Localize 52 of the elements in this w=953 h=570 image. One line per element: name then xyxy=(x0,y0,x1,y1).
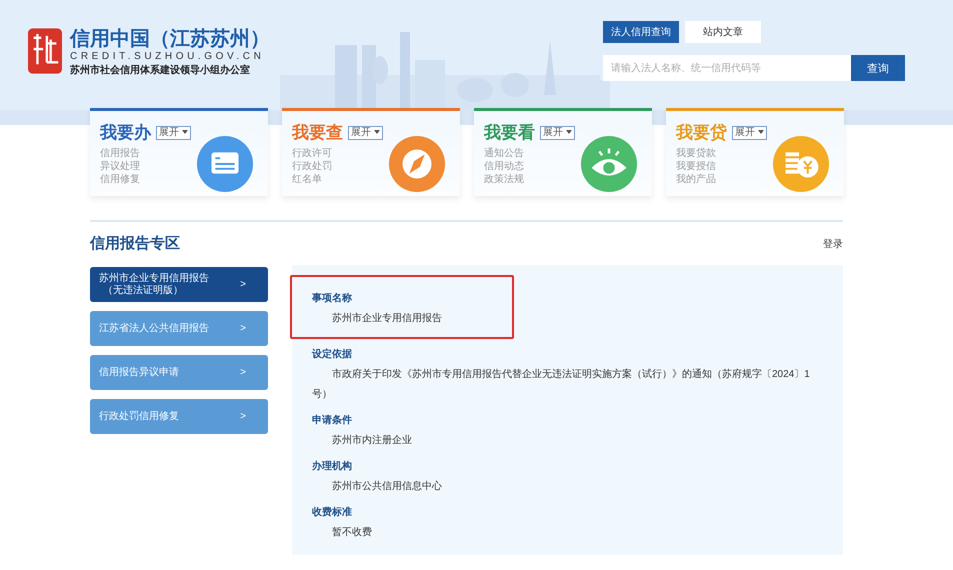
expand-button[interactable]: 展开 xyxy=(732,126,767,140)
detail-text: 市政府关于印发《苏州市专用信用报告代替企业无违法证明实施方案（试行）》的通知（苏府规字〔2024〕1号） xyxy=(312,368,811,402)
detail-text: 苏州市公共信用信息中心 xyxy=(331,480,443,494)
search-button[interactable]: 查询 xyxy=(851,55,905,81)
caret-icon xyxy=(182,130,188,134)
detail-heading: 办理机构 xyxy=(312,460,353,474)
section-title: 信用报告专区 xyxy=(90,234,180,253)
search-tab[interactable]: 站内文章 xyxy=(685,21,761,43)
card-link[interactable]: 我的产品 xyxy=(676,173,716,186)
expand-button[interactable]: 展开 xyxy=(348,126,383,140)
detail-text: 暂不收费 xyxy=(331,526,373,540)
card-title: 我要贷 xyxy=(676,122,727,144)
expand-button[interactable]: 展开 xyxy=(156,126,191,140)
document-icon xyxy=(196,135,254,193)
card-link[interactable]: 异议处理 xyxy=(100,160,140,173)
card-link[interactable]: 通知公告 xyxy=(484,147,524,160)
card-link[interactable]: 信用报告 xyxy=(100,147,140,160)
caret-icon xyxy=(374,130,380,134)
search-field[interactable]: 请输入法人名称、统一信用代码等 xyxy=(603,55,851,81)
card-link[interactable]: 行政许可 xyxy=(292,147,332,160)
detail-text: 苏州市企业专用信用报告 xyxy=(331,312,443,326)
detail-heading: 事项名称 xyxy=(312,292,353,306)
organization-name: 苏州市社会信用体系建设领导小组办公室 xyxy=(70,63,251,78)
card-title: 我要看 xyxy=(484,122,535,144)
sidebar-item[interactable]: 苏州市企业专用信用报告 （无违法证明版） > xyxy=(90,267,268,302)
card-title: 我要查 xyxy=(292,122,343,144)
card-link[interactable]: 信用修复 xyxy=(100,173,140,186)
card-link[interactable]: 我要贷款 xyxy=(676,147,716,160)
card-link[interactable]: 红名单 xyxy=(292,173,322,186)
sidebar-item[interactable]: 信用报告异议申请 > xyxy=(90,355,268,390)
detail-heading: 申请条件 xyxy=(312,414,353,428)
card-link[interactable]: 行政处罚 xyxy=(292,160,332,173)
card-link[interactable]: 我要授信 xyxy=(676,160,716,173)
card-title: 我要办 xyxy=(100,122,151,144)
detail-text: 苏州市内注册企业 xyxy=(331,434,413,448)
card-link[interactable]: 政策法规 xyxy=(484,173,524,186)
caret-icon xyxy=(758,130,764,134)
compass-icon xyxy=(388,135,446,193)
detail-heading: 收费标准 xyxy=(312,506,353,520)
logo-icon xyxy=(28,27,62,75)
site-title: 信用中国（江苏苏州） xyxy=(70,27,270,51)
sidebar-item[interactable]: 江苏省法人公共信用报告 > xyxy=(90,311,268,346)
login-link[interactable]: 登录 xyxy=(823,236,843,250)
caret-icon xyxy=(566,130,572,134)
site-url: CREDIT.SUZHOU.GOV.CN xyxy=(70,51,266,63)
sidebar-item[interactable]: 行政处罚信用修复 > xyxy=(90,399,268,434)
card-link[interactable]: 信用动态 xyxy=(484,160,524,173)
coin-icon xyxy=(772,135,830,193)
eye-icon xyxy=(580,135,638,193)
search-tab[interactable]: 法人信用查询 xyxy=(603,21,679,43)
detail-heading: 设定依据 xyxy=(312,347,353,362)
expand-button[interactable]: 展开 xyxy=(540,126,575,140)
